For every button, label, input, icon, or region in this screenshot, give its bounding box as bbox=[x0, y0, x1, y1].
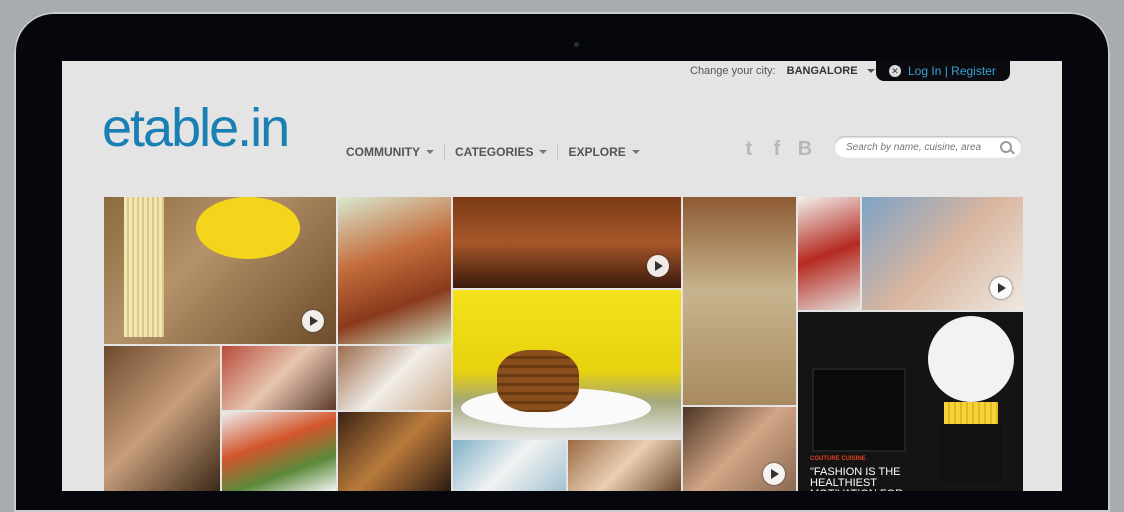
ad-text: "FASHION IS THE HEALTHIEST MOTIVATION FO… bbox=[810, 466, 903, 492]
nav-categories-label[interactable]: CATEGORIES bbox=[455, 145, 533, 159]
photo-tile-soup-bowl[interactable] bbox=[453, 440, 566, 491]
city-selector[interactable]: Change your city: BANGALORE bbox=[690, 65, 875, 77]
main-nav: COMMUNITY CATEGORIES EXPLORE bbox=[346, 145, 650, 159]
photo-tile-drinks[interactable] bbox=[568, 440, 681, 491]
nav-community-label[interactable]: COMMUNITY bbox=[346, 145, 420, 159]
login-register-link[interactable]: Log In | Register bbox=[908, 61, 996, 81]
burger-box-shape bbox=[812, 368, 906, 452]
photo-tile-woman-dining[interactable] bbox=[104, 346, 220, 491]
photo-tile-poached-pear[interactable] bbox=[798, 197, 860, 310]
city-label: Change your city: bbox=[690, 65, 776, 77]
fries-box-shape bbox=[940, 402, 1002, 482]
blogger-icon[interactable]: B bbox=[796, 139, 814, 159]
photo-tile-salad[interactable] bbox=[222, 412, 336, 491]
play-icon[interactable] bbox=[647, 255, 669, 277]
photo-tile-pasta-lemon[interactable] bbox=[104, 197, 336, 344]
webcam bbox=[574, 42, 579, 47]
site-logo[interactable]: etable.in bbox=[102, 97, 290, 159]
social-links: t f B bbox=[740, 139, 814, 159]
pasta-shape bbox=[124, 197, 164, 337]
photo-tile-friends-eating[interactable] bbox=[222, 346, 336, 410]
clock-plate-shape bbox=[928, 316, 1014, 402]
photo-tile-chef-kids[interactable] bbox=[338, 346, 451, 410]
search-input[interactable] bbox=[834, 136, 996, 158]
photo-tile-pancakes[interactable] bbox=[453, 290, 681, 438]
twitter-icon[interactable]: t bbox=[740, 139, 758, 159]
ad-caption: COUTURE CUISINE "FASHION IS THE HEALTHIE… bbox=[810, 454, 940, 491]
photo-tile-bar[interactable] bbox=[338, 412, 451, 491]
search-icon[interactable] bbox=[1000, 141, 1012, 153]
chevron-down-icon[interactable] bbox=[866, 69, 875, 74]
nav-explore[interactable]: EXPLORE bbox=[557, 145, 649, 159]
lemon-shape bbox=[196, 197, 300, 259]
close-icon[interactable]: ✕ bbox=[889, 65, 901, 77]
play-icon[interactable] bbox=[990, 277, 1012, 299]
photo-tile-couple[interactable] bbox=[683, 407, 796, 491]
chevron-down-icon bbox=[539, 150, 548, 154]
login-bar[interactable]: ✕ Log In | Register bbox=[876, 61, 1010, 81]
photo-tile-kebab[interactable] bbox=[338, 197, 451, 344]
pancake-stack-shape bbox=[497, 350, 579, 412]
ad-kicker: COUTURE CUISINE bbox=[810, 456, 866, 462]
photo-tile-couture-cuisine-ad[interactable]: COUTURE CUISINE "FASHION IS THE HEALTHIE… bbox=[798, 312, 1023, 491]
chevron-down-icon bbox=[631, 150, 640, 154]
chevron-down-icon bbox=[426, 150, 434, 154]
photo-tile-dessert-glasses[interactable] bbox=[683, 197, 796, 405]
nav-community[interactable]: COMMUNITY bbox=[346, 145, 444, 159]
city-value[interactable]: BANGALORE bbox=[787, 65, 858, 77]
nav-categories[interactable]: CATEGORIES bbox=[444, 145, 557, 159]
search-box[interactable] bbox=[834, 136, 1022, 158]
photo-tile-restaurant[interactable] bbox=[453, 197, 681, 288]
photo-tile-family-dining[interactable] bbox=[862, 197, 1023, 310]
website-screen: Change your city: BANGALORE ✕ Log In | R… bbox=[62, 61, 1062, 491]
play-icon[interactable] bbox=[302, 310, 324, 332]
nav-explore-label[interactable]: EXPLORE bbox=[568, 145, 625, 159]
play-icon[interactable] bbox=[763, 463, 785, 485]
facebook-icon[interactable]: f bbox=[768, 139, 786, 159]
